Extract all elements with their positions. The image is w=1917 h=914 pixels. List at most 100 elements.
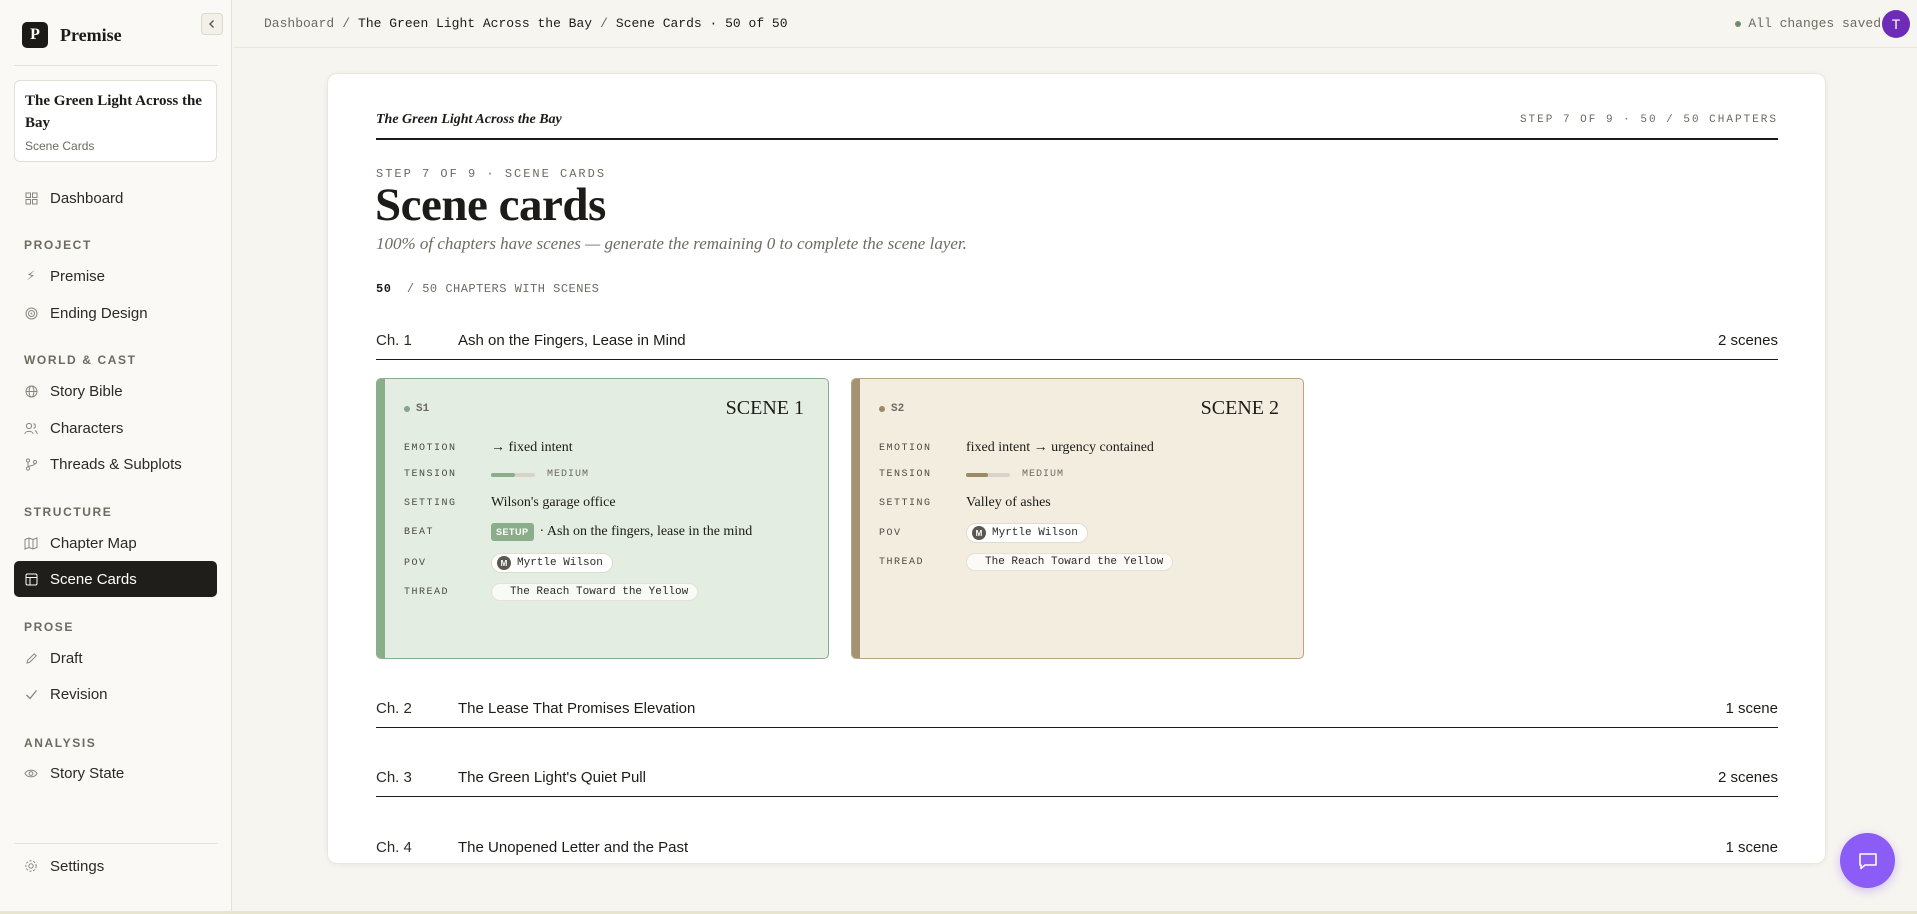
- sidebar-item-label: Premise: [50, 267, 106, 285]
- scene-field-setting: SETTING Valley of ashes: [879, 495, 1051, 511]
- pov-chip[interactable]: M Myrtle Wilson: [966, 523, 1088, 543]
- sidebar-item-label: Settings: [50, 857, 105, 875]
- field-label: TENSION: [879, 469, 932, 480]
- scene-count: 2 scenes: [1717, 332, 1778, 349]
- field-label: EMOTION: [404, 442, 457, 454]
- sidebar-item-label: Ending Design: [50, 304, 148, 322]
- gear-icon: [24, 859, 38, 873]
- thread-chip[interactable]: The Reach Toward the Yellow: [966, 553, 1174, 571]
- sidebar-item-revision[interactable]: Revision: [14, 676, 217, 712]
- brand[interactable]: P Premise: [22, 22, 122, 48]
- collapse-sidebar-button[interactable]: [201, 13, 223, 35]
- save-status-text: All changes saved: [1748, 16, 1881, 31]
- project-title: The Green Light Across the Bay: [25, 93, 202, 131]
- tension-bar: [491, 472, 535, 477]
- chapter-progress: 50 / 50 CHAPTERS WITH SCENES: [376, 282, 599, 296]
- scene-title: SCENE 1: [725, 397, 804, 419]
- sidebar-item-story-state[interactable]: Story State: [14, 755, 217, 791]
- chapter-title: Ash on the Fingers, Lease in Mind: [458, 332, 686, 349]
- status-dot-icon: [1735, 20, 1742, 27]
- scene-id: S2: [879, 403, 904, 415]
- breadcrumb: Dashboard / The Green Light Across the B…: [264, 16, 788, 31]
- target-icon: [24, 306, 38, 320]
- avatar[interactable]: T: [1882, 10, 1910, 38]
- eye-icon: [24, 766, 38, 780]
- sidebar-item-chapter-map[interactable]: Chapter Map: [14, 525, 217, 561]
- page-header: The Green Light Across the Bay STEP 7 OF…: [376, 110, 1778, 140]
- sidebar-item-label: Scene Cards: [50, 570, 137, 588]
- chevron-left-icon: [209, 20, 214, 28]
- chapter-row[interactable]: Ch. 4 The Unopened Letter and the Past 1…: [376, 831, 1778, 863]
- grid-icon: [24, 191, 38, 205]
- breadcrumb-dashboard[interactable]: Dashboard: [264, 16, 334, 31]
- tension-fill: [966, 472, 988, 477]
- breadcrumb-project[interactable]: The Green Light Across the Bay: [358, 16, 592, 31]
- scene-field-thread: THREAD The Reach Toward the Yellow: [879, 553, 1174, 571]
- pov-chip[interactable]: M Myrtle Wilson: [491, 553, 613, 573]
- chat-button[interactable]: [1840, 833, 1895, 888]
- sidebar-item-draft[interactable]: Draft: [14, 640, 217, 676]
- field-label: POV: [404, 557, 427, 569]
- project-card[interactable]: The Green Light Across the Bay Scene Car…: [14, 80, 217, 162]
- scene-count: 1 scene: [1725, 839, 1778, 856]
- scene-cards-page: The Green Light Across the Bay STEP 7 OF…: [327, 73, 1826, 864]
- globe-icon: [24, 384, 38, 398]
- sidebar-item-threads-subplots[interactable]: Threads & Subplots: [14, 446, 217, 482]
- chapter-number: Ch. 4: [376, 839, 412, 856]
- sidebar-item-ending-design[interactable]: Ending Design: [14, 295, 217, 331]
- scene-field-beat: BEAT SETUP · Ash on the fingers, lease i…: [404, 523, 752, 541]
- project-subtitle: Scene Cards: [25, 139, 95, 153]
- thread-chip[interactable]: The Reach Toward the Yellow: [491, 583, 699, 601]
- chapter-number: Ch. 2: [376, 700, 412, 717]
- chapter-title: The Green Light's Quiet Pull: [458, 769, 646, 786]
- manuscript-title: The Green Light Across the Bay: [376, 112, 562, 127]
- sidebar-item-label: Threads & Subplots: [50, 455, 182, 473]
- field-label: THREAD: [404, 586, 450, 598]
- breadcrumb-current: Scene Cards · 50 of 50: [615, 16, 788, 31]
- progress-rest: / 50 CHAPTERS WITH SCENES: [406, 282, 600, 296]
- scene-title: SCENE 2: [1200, 397, 1279, 419]
- emotion-value[interactable]: fixed intent → urgency contained: [966, 440, 1154, 456]
- chapter-row[interactable]: Ch. 2 The Lease That Promises Elevation …: [376, 692, 1778, 728]
- check-icon: [24, 687, 38, 701]
- chapter-row[interactable]: Ch. 3 The Green Light's Quiet Pull 2 sce…: [376, 761, 1778, 797]
- field-label: THREAD: [879, 556, 925, 568]
- tension-fill: [491, 472, 516, 477]
- divider: [14, 843, 218, 844]
- beat-tag: SETUP: [491, 523, 534, 541]
- beat-value[interactable]: SETUP · Ash on the fingers, lease in the…: [491, 523, 752, 541]
- tension-label: MEDIUM: [547, 469, 590, 480]
- scene-card[interactable]: S2 SCENE 2 EMOTION fixed intent → urgenc…: [851, 378, 1304, 659]
- field-label: TENSION: [404, 469, 457, 480]
- sidebar-item-premise[interactable]: ⚡︎ Premise: [14, 258, 217, 294]
- sidebar-item-label: Chapter Map: [50, 534, 137, 552]
- sidebar-item-label: Draft: [50, 649, 83, 667]
- avatar: M: [497, 556, 511, 570]
- sidebar-item-scene-cards[interactable]: Scene Cards: [14, 561, 217, 597]
- breadcrumb-separator: /: [342, 16, 351, 31]
- sidebar-item-characters[interactable]: Characters: [14, 410, 217, 446]
- scene-accent-stripe: [852, 379, 860, 658]
- field-label: SETTING: [404, 497, 457, 509]
- scene-field-setting: SETTING Wilson's garage office: [404, 495, 616, 511]
- sidebar-item-story-bible[interactable]: Story Bible: [14, 373, 217, 409]
- pencil-icon: [24, 651, 38, 665]
- map-icon: [24, 536, 38, 550]
- scene-field-emotion: EMOTION fixed intent → urgency contained: [879, 440, 1154, 456]
- sidebar-item-dashboard[interactable]: Dashboard: [14, 180, 217, 216]
- scene-field-emotion: EMOTION → fixed intent: [404, 440, 573, 456]
- git-branch-icon: [24, 457, 38, 471]
- setting-value[interactable]: Wilson's garage office: [491, 495, 616, 511]
- emotion-value[interactable]: → fixed intent: [491, 440, 573, 456]
- sidebar-item-settings[interactable]: Settings: [14, 848, 217, 884]
- chapter-title: The Unopened Letter and the Past: [458, 839, 689, 856]
- tension-meter[interactable]: MEDIUM: [491, 469, 589, 480]
- chat-icon: [1858, 852, 1877, 869]
- tension-meter[interactable]: MEDIUM: [966, 469, 1064, 480]
- setting-value[interactable]: Valley of ashes: [966, 495, 1051, 511]
- sidebar-item-label: Story Bible: [50, 382, 123, 400]
- field-label: EMOTION: [879, 442, 932, 454]
- chapter-row[interactable]: Ch. 1 Ash on the Fingers, Lease in Mind …: [376, 324, 1778, 360]
- step-indicator: STEP 7 OF 9 · 50 / 50 CHAPTERS: [1519, 114, 1778, 126]
- scene-card[interactable]: S1 SCENE 1 EMOTION → fixed intent TENSIO…: [376, 378, 829, 659]
